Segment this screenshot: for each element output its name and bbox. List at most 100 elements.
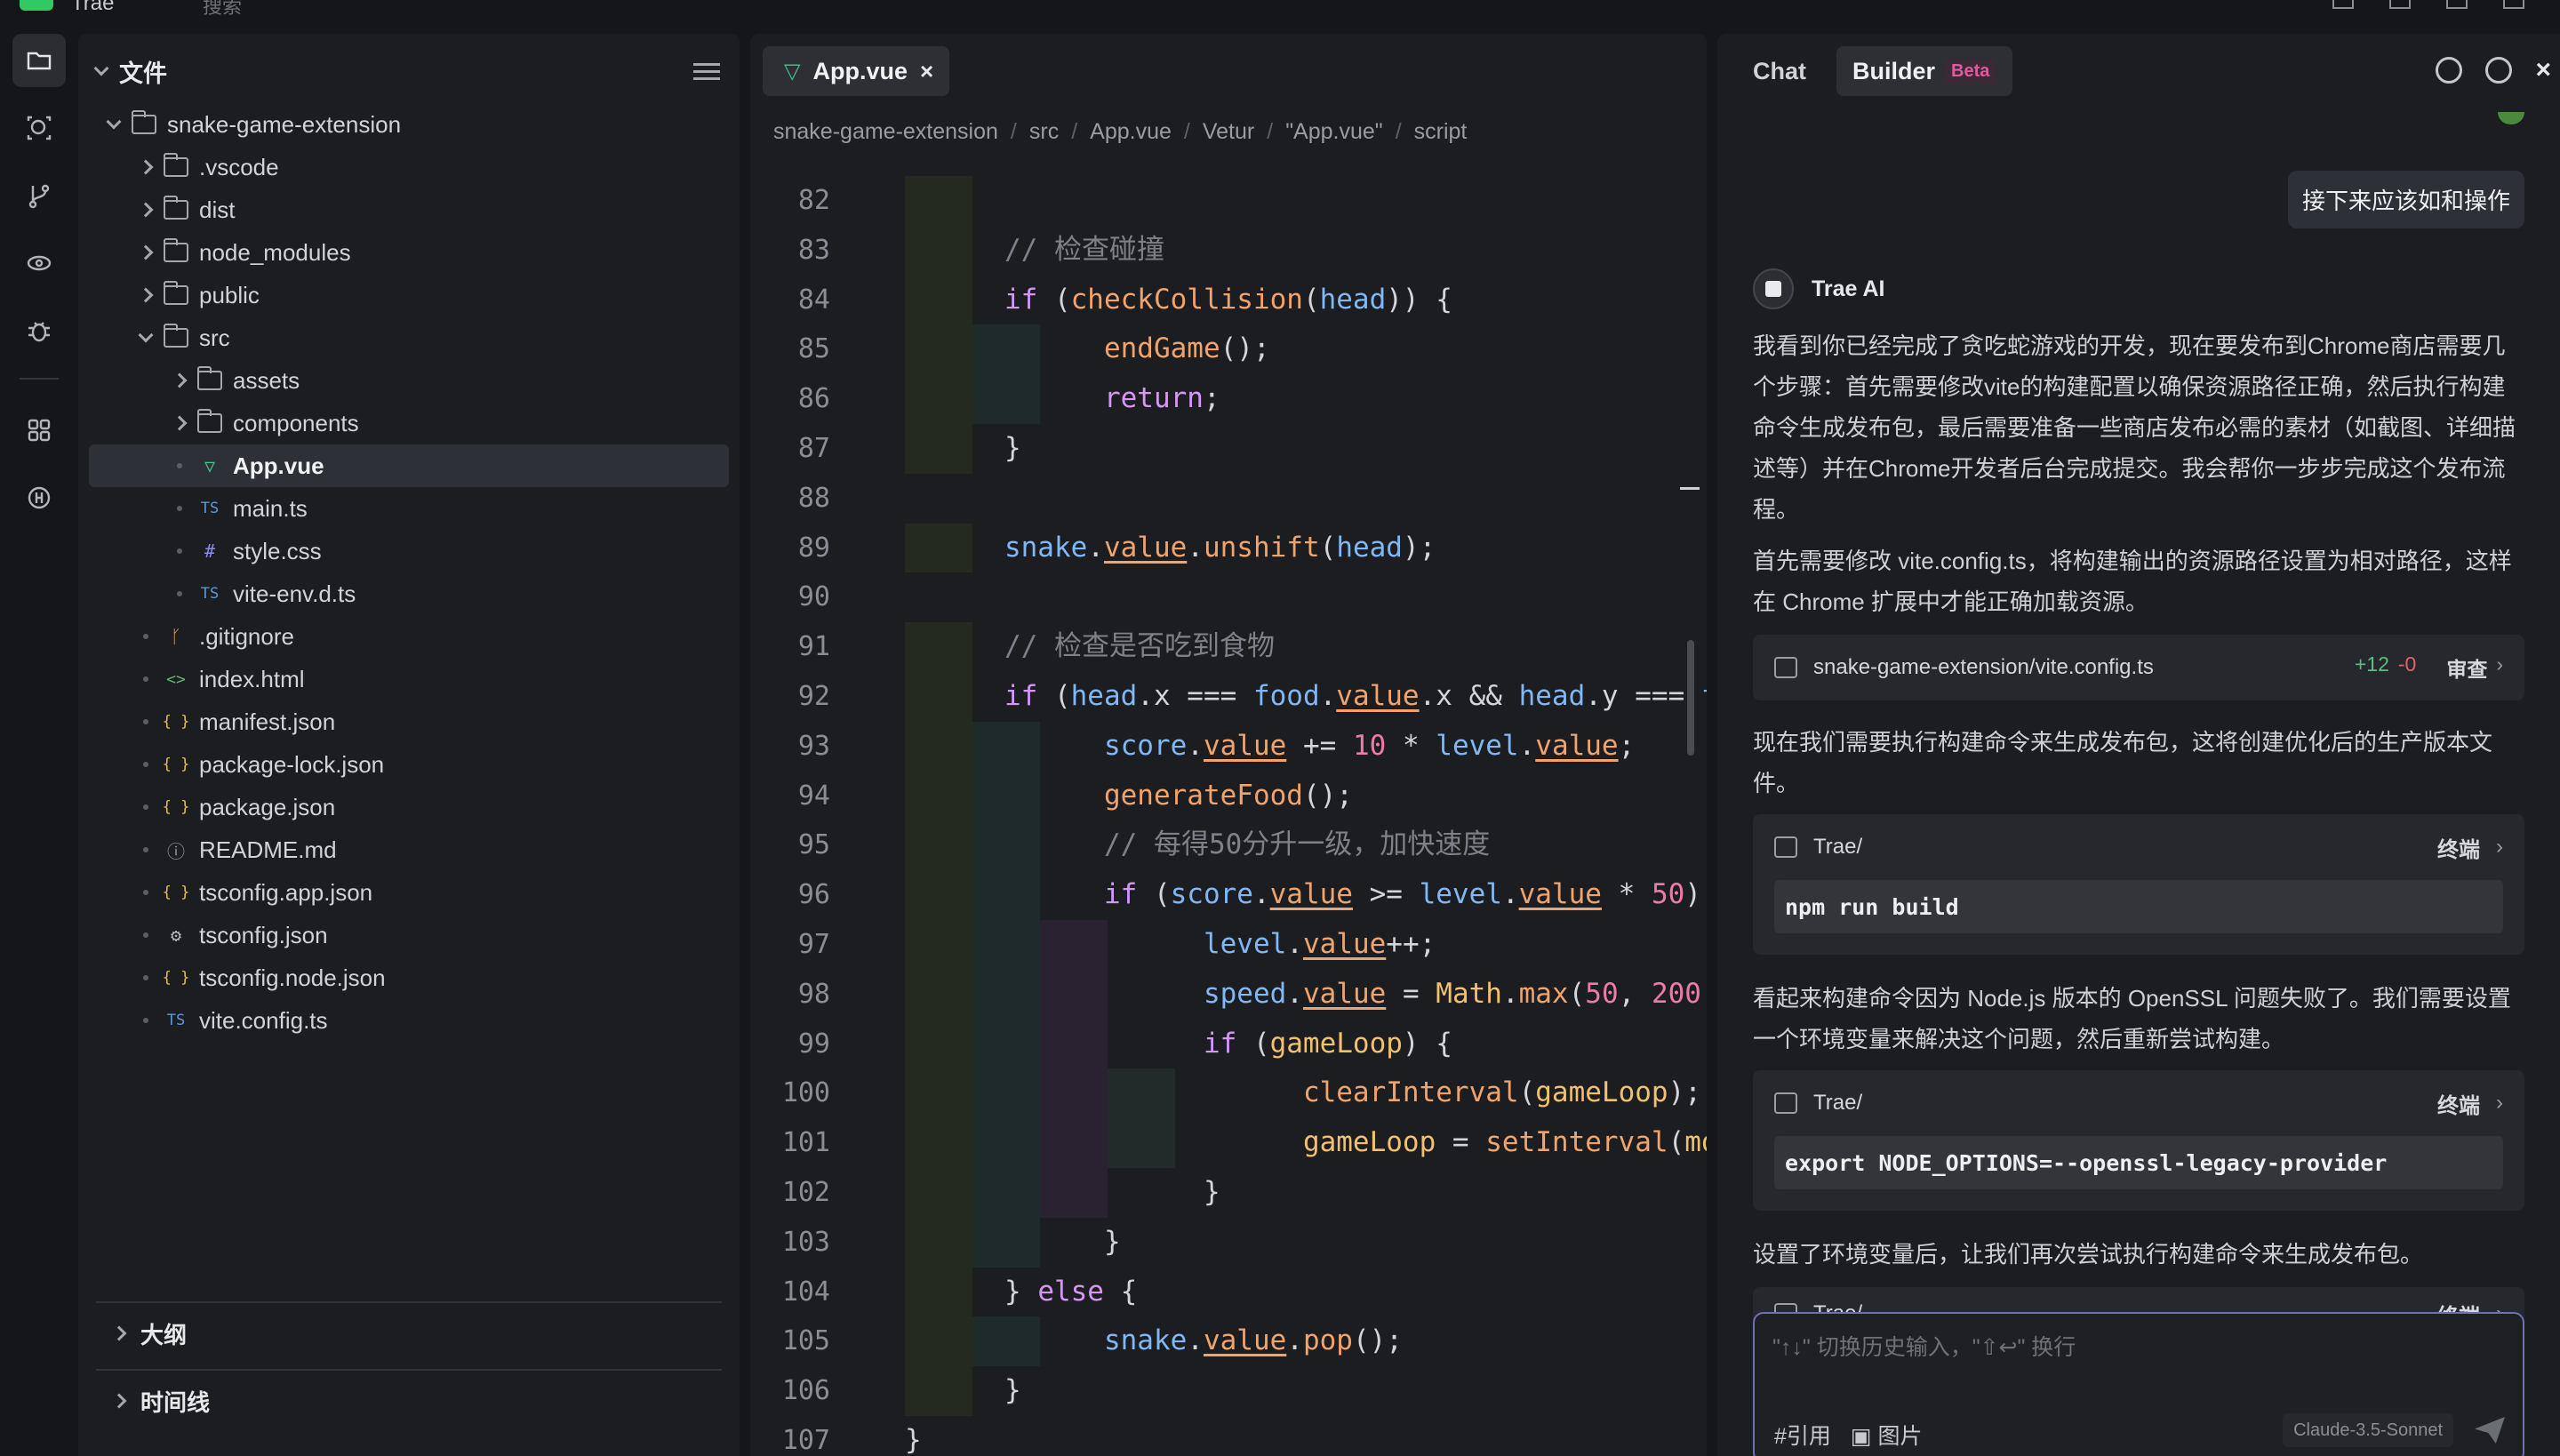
tree-item[interactable]: { } tsconfig.node.json <box>78 956 740 999</box>
chat-header: Chat Builder Beta × <box>1717 46 2560 100</box>
file-change-card[interactable]: snake-game-extension/vite.config.ts +12 … <box>1753 635 2524 700</box>
source-control-icon <box>28 184 50 209</box>
close-icon[interactable]: × <box>2535 57 2551 84</box>
terminal-card-2[interactable]: Trae/ 终端 › export NODE_OPTIONS=--openssl… <box>1753 1070 2524 1211</box>
explorer-header[interactable]: 文件 <box>93 53 167 89</box>
terminal-label[interactable]: 终端 <box>2437 1088 2480 1119</box>
code-editor: ▽ App.vue × snake-game-extension / src / App… <box>750 34 1707 1456</box>
ai-activity-button[interactable] <box>12 236 66 290</box>
remote-icon <box>28 486 51 509</box>
line-number: 86 <box>797 383 830 415</box>
folder-icon <box>196 409 224 436</box>
explorer-title: 文件 <box>119 60 167 87</box>
tree-item[interactable]: dist <box>78 188 740 231</box>
layout-icon[interactable] <box>2503 0 2524 9</box>
breadcrumb-item[interactable]: App.vue <box>1090 119 1172 145</box>
file-path: snake-game-extension/vite.config.ts <box>1813 655 2154 679</box>
tab-app-vue[interactable]: ▽ App.vue × <box>763 46 950 96</box>
tree-item[interactable]: <> index.html <box>78 658 740 700</box>
extensions-activity-button[interactable] <box>12 404 66 457</box>
breadcrumb-item[interactable]: Vetur <box>1203 119 1254 145</box>
tree-item[interactable]: ⚙ tsconfig.json <box>78 914 740 956</box>
outline-section[interactable]: 大纲 <box>96 1301 722 1364</box>
toggle-sidebar-icon[interactable] <box>2332 0 2354 9</box>
code-line: } <box>905 1366 1705 1416</box>
tree-item[interactable]: components <box>78 402 740 444</box>
chevron-right-icon <box>172 372 188 388</box>
tree-item[interactable]: { } package.json <box>78 786 740 828</box>
breadcrumb-item[interactable]: snake-game-extension <box>773 119 998 145</box>
line-number: 106 <box>781 1375 830 1407</box>
close-icon[interactable]: × <box>920 58 933 85</box>
css-file-icon: # <box>204 540 216 562</box>
history-icon[interactable] <box>2485 57 2513 84</box>
folder-icon <box>162 153 190 180</box>
code-lines[interactable]: // 检查碰撞 if (checkCollision(head)) { endG… <box>905 176 1707 1456</box>
tab-builder[interactable]: Builder Beta <box>1836 46 2013 96</box>
model-selector[interactable]: Claude-3.5-Sonnet <box>2283 1413 2453 1447</box>
breadcrumb-separator: / <box>1183 118 1190 144</box>
tree-item[interactable]: # style.css <box>78 530 740 572</box>
tree-item[interactable]: { } package-lock.json <box>78 743 740 786</box>
toggle-aux-icon[interactable] <box>2446 0 2468 9</box>
line-number: 83 <box>797 234 830 266</box>
tree-item-label: App.vue <box>233 452 324 479</box>
timeline-section[interactable]: 时间线 <box>96 1369 722 1431</box>
tree-item[interactable]: .vscode <box>78 146 740 188</box>
line-number: 100 <box>781 1077 830 1109</box>
tree-item[interactable]: TS main.ts <box>78 487 740 530</box>
edit-file-icon <box>1774 657 1797 678</box>
review-button[interactable]: 审查 <box>2446 652 2487 683</box>
app-name: Trae <box>71 0 115 15</box>
remote-activity-button[interactable] <box>12 471 66 524</box>
debug-activity-button[interactable] <box>12 304 66 357</box>
image-icon: ▣ <box>1850 1424 1878 1449</box>
tree-item[interactable]: public <box>78 274 740 316</box>
minimap-marker <box>1680 487 1700 490</box>
tree-item[interactable]: TS vite.config.ts <box>78 999 740 1042</box>
code-area[interactable]: 82 83 84 85 86 87 88 89 90 91 92 93 94 95 96 97 98 99 100 1… <box>750 176 1707 1456</box>
editor-scrollbar[interactable] <box>1687 640 1694 756</box>
line-number: 84 <box>797 284 830 316</box>
terminal-icon <box>1774 1092 1797 1114</box>
tree-item[interactable]: node_modules <box>78 231 740 274</box>
source-control-activity-button[interactable] <box>12 169 66 222</box>
tree-dot <box>143 634 148 639</box>
tab-chat[interactable]: Chat <box>1737 46 1822 96</box>
code-line: return; <box>905 374 1705 424</box>
breadcrumb-item[interactable]: src <box>1029 119 1059 145</box>
tree-item[interactable]: { } tsconfig.app.json <box>78 871 740 914</box>
tree-item-label: vite.config.ts <box>199 1006 328 1034</box>
terminal-cwd: Trae/ <box>1813 1091 1863 1115</box>
chat-input[interactable]: "↑↓" 切换历史输入，"⇧↩" 换行 #引用 ▣ 图片 Claude-3.5-… <box>1753 1312 2524 1456</box>
line-number: 89 <box>797 532 830 564</box>
terminal-card-1[interactable]: Trae/ 终端 › npm run build <box>1753 814 2524 955</box>
tree-item[interactable]: ᚴ .gitignore <box>78 615 740 658</box>
chevron-down-icon <box>106 114 122 130</box>
breadcrumb-item[interactable]: script <box>1414 119 1468 145</box>
tree-item[interactable]: assets <box>78 359 740 402</box>
code-line: level.value++; <box>905 919 1705 970</box>
terminal-label[interactable]: 终端 <box>2437 832 2480 863</box>
tree-item[interactable]: ⓘ README.md <box>78 828 740 871</box>
tree-item[interactable]: src <box>78 316 740 359</box>
filter-settings-icon[interactable] <box>693 59 720 84</box>
tree-root-folder[interactable]: snake-game-extension <box>78 103 740 146</box>
reference-button[interactable]: #引用 <box>1774 1419 1831 1451</box>
image-button[interactable]: ▣ 图片 <box>1851 1419 1923 1451</box>
send-icon[interactable] <box>2475 1417 2505 1444</box>
ai-chat-panel: Chat Builder Beta × 接下来应该如和操作 Trae AI 我看… <box>1717 34 2560 1456</box>
global-search[interactable]: 搜索 <box>203 0 242 20</box>
json-file-icon: { } <box>162 756 190 773</box>
code-line: // 检查碰撞 <box>905 225 1705 276</box>
folder-icon <box>162 196 190 222</box>
tree-item[interactable]: TS vite-env.d.ts <box>78 572 740 615</box>
breadcrumb-item[interactable]: "App.vue" <box>1285 119 1383 145</box>
tree-item[interactable]: { } manifest.json <box>78 700 740 743</box>
explorer-activity-button[interactable] <box>12 34 66 87</box>
new-chat-icon[interactable] <box>2436 57 2463 84</box>
tree-item[interactable]: ▽ App.vue <box>89 444 729 487</box>
search-activity-button[interactable] <box>12 101 66 155</box>
toggle-panel-icon[interactable] <box>2389 0 2411 9</box>
folder-icon <box>131 110 156 134</box>
